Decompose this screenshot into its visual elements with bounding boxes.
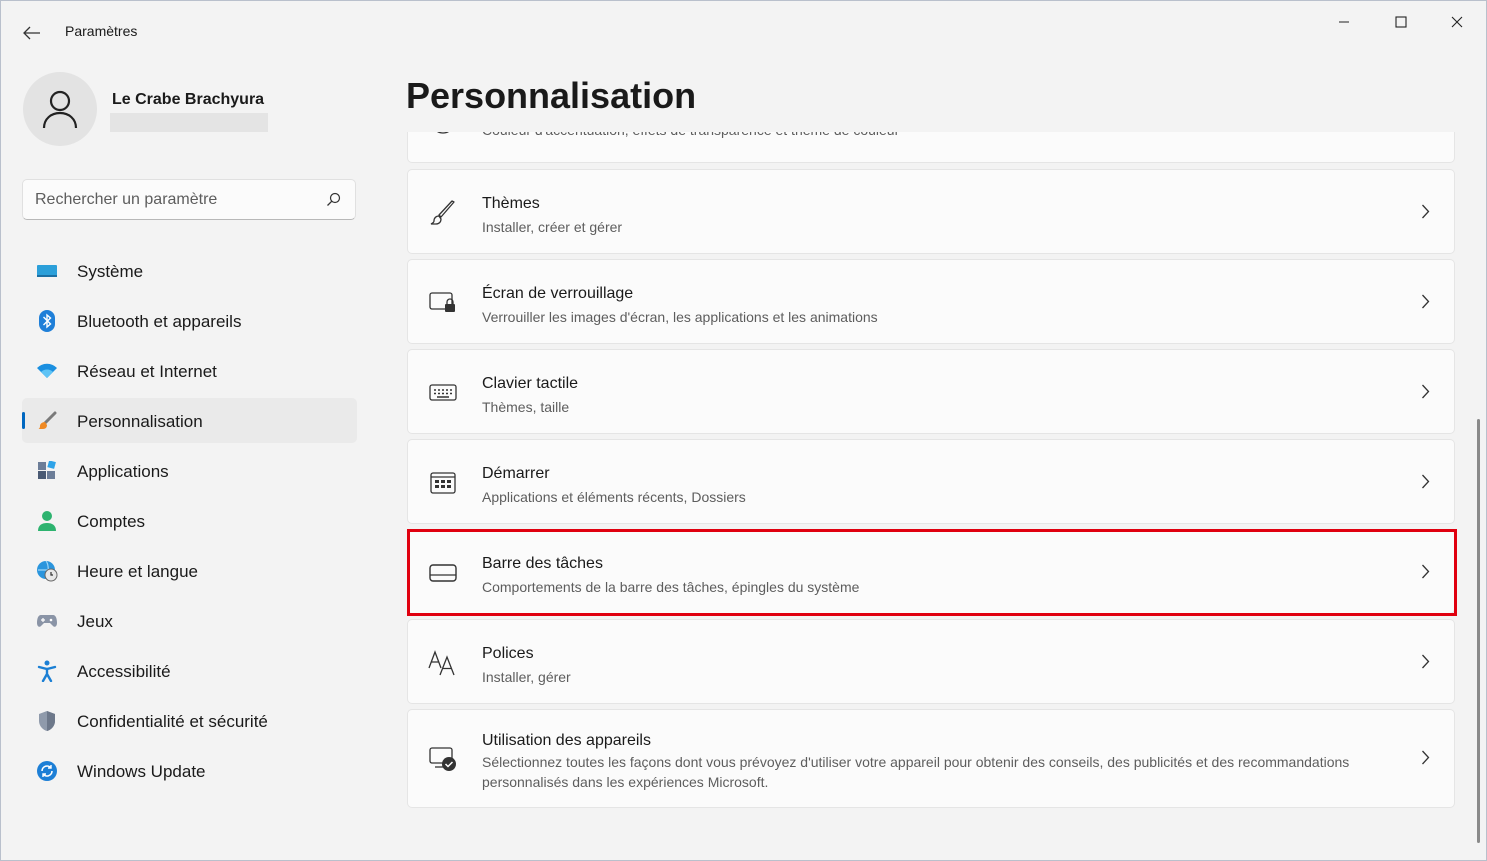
card-title: Utilisation des appareils xyxy=(482,732,651,749)
sidebar-item-label: Réseau et Internet xyxy=(77,362,217,381)
lock-screen-icon xyxy=(428,288,458,318)
system-icon xyxy=(36,260,58,282)
card-couleurs[interactable]: Couleur d'accentuation, effets de transp… xyxy=(407,132,1455,163)
sidebar-item-comptes[interactable]: Comptes xyxy=(22,498,357,543)
account-icon xyxy=(36,510,58,532)
chevron-right-icon xyxy=(1422,654,1430,669)
close-icon xyxy=(1451,16,1463,28)
sidebar-nav: Système Bluetooth et appareils Réseau et… xyxy=(22,248,357,798)
sidebar-item-reseau[interactable]: Réseau et Internet xyxy=(22,348,357,393)
apps-icon xyxy=(36,460,58,482)
start-icon xyxy=(428,468,458,498)
sidebar-item-jeux[interactable]: Jeux xyxy=(22,598,357,643)
card-subtitle: Couleur d'accentuation, effets de transp… xyxy=(482,132,1362,140)
page-title: Personnalisation xyxy=(406,75,697,116)
palette-icon xyxy=(428,132,458,137)
sidebar-item-heure-langue[interactable]: Heure et langue xyxy=(22,548,357,593)
sidebar-item-windows-update[interactable]: Windows Update xyxy=(22,748,357,793)
card-title: Écran de verrouillage xyxy=(482,285,634,302)
maximize-button[interactable] xyxy=(1378,7,1424,37)
minimize-icon xyxy=(1339,21,1349,23)
card-subtitle: Verrouiller les images d'écran, les appl… xyxy=(482,309,878,325)
gamepad-icon xyxy=(36,610,58,632)
chevron-right-icon xyxy=(1422,564,1430,579)
sidebar-item-label: Heure et langue xyxy=(77,562,198,581)
search-box[interactable] xyxy=(22,179,356,220)
profile-name: Le Crabe Brachyura xyxy=(112,91,265,108)
globe-clock-icon xyxy=(36,560,58,582)
chevron-right-icon xyxy=(1422,384,1430,399)
card-title: Barre des tâches xyxy=(482,555,603,572)
update-icon xyxy=(36,760,58,782)
card-clavier-tactile[interactable]: Clavier tactile Thèmes, taille xyxy=(407,349,1455,434)
shield-icon xyxy=(36,710,58,732)
wifi-icon xyxy=(36,360,58,382)
sidebar-item-label: Jeux xyxy=(77,612,113,631)
sidebar-item-confidentialite[interactable]: Confidentialité et sécurité xyxy=(22,698,357,743)
sidebar-item-bluetooth[interactable]: Bluetooth et appareils xyxy=(22,298,357,343)
card-subtitle: Comportements de la barre des tâches, ép… xyxy=(482,579,860,595)
scrollbar-thumb[interactable] xyxy=(1477,419,1480,843)
sidebar-item-label: Windows Update xyxy=(77,762,206,781)
card-title: Thèmes xyxy=(482,195,540,212)
settings-window: Paramètres Le Crabe Brachyura Système xyxy=(0,0,1487,861)
sidebar-item-label: Confidentialité et sécurité xyxy=(77,712,268,731)
card-ecran-verrouillage[interactable]: Écran de verrouillage Verrouiller les im… xyxy=(407,259,1455,344)
card-barre-des-taches[interactable]: Barre des tâches Comportements de la bar… xyxy=(407,529,1455,614)
sidebar-item-label: Système xyxy=(77,262,144,281)
profile-email-redacted xyxy=(110,113,268,132)
back-arrow-icon xyxy=(23,26,40,40)
title-bar: Paramètres xyxy=(1,1,1486,63)
search-input[interactable] xyxy=(35,188,315,212)
card-subtitle: Applications et éléments récents, Dossie… xyxy=(482,489,746,505)
sidebar-item-accessibilite[interactable]: Accessibilité xyxy=(22,648,357,693)
card-subtitle: Sélectionnez toutes les façons dont vous… xyxy=(482,754,1350,790)
brush-icon xyxy=(428,198,458,228)
chevron-right-icon xyxy=(1422,474,1430,489)
avatar xyxy=(23,72,97,146)
card-title: Démarrer xyxy=(482,465,550,482)
sidebar-item-label: Personnalisation xyxy=(77,412,203,431)
card-subtitle: Installer, créer et gérer xyxy=(482,219,623,235)
chevron-right-icon xyxy=(1422,750,1430,765)
user-icon xyxy=(42,90,78,129)
sidebar-item-label: Applications xyxy=(77,462,169,481)
brush-icon xyxy=(36,410,58,432)
back-button[interactable] xyxy=(15,19,49,47)
sidebar-item-label: Bluetooth et appareils xyxy=(77,312,242,331)
card-demarrer[interactable]: Démarrer Applications et éléments récent… xyxy=(407,439,1455,524)
card-subtitle: Thèmes, taille xyxy=(482,399,570,415)
card-polices[interactable]: Polices Installer, gérer xyxy=(407,619,1455,704)
sidebar-item-systeme[interactable]: Système xyxy=(22,248,357,293)
device-usage-icon xyxy=(428,744,458,774)
sidebar-item-applications[interactable]: Applications xyxy=(22,448,357,493)
card-themes[interactable]: Thèmes Installer, créer et gérer xyxy=(407,169,1455,254)
minimize-button[interactable] xyxy=(1321,7,1367,37)
keyboard-icon xyxy=(428,378,458,408)
bluetooth-icon xyxy=(36,310,58,332)
chevron-right-icon xyxy=(1422,294,1430,309)
chevron-right-icon xyxy=(1422,204,1430,219)
window-title: Paramètres xyxy=(65,23,138,39)
taskbar-icon xyxy=(428,558,458,588)
maximize-icon xyxy=(1395,16,1407,28)
close-button[interactable] xyxy=(1434,7,1480,37)
font-icon xyxy=(428,648,458,678)
card-title: Polices xyxy=(482,645,534,662)
search-icon[interactable] xyxy=(326,192,341,207)
card-subtitle: Installer, gérer xyxy=(482,669,571,685)
card-title: Clavier tactile xyxy=(482,375,579,392)
accessibility-icon xyxy=(36,660,58,682)
sidebar-item-label: Accessibilité xyxy=(77,662,171,681)
settings-list: Couleur d'accentuation, effets de transp… xyxy=(406,132,1458,860)
sidebar-item-personnalisation[interactable]: Personnalisation xyxy=(22,398,357,443)
sidebar-item-label: Comptes xyxy=(77,512,146,531)
card-utilisation-appareils[interactable]: Utilisation des appareils Sélectionnez t… xyxy=(407,709,1455,808)
